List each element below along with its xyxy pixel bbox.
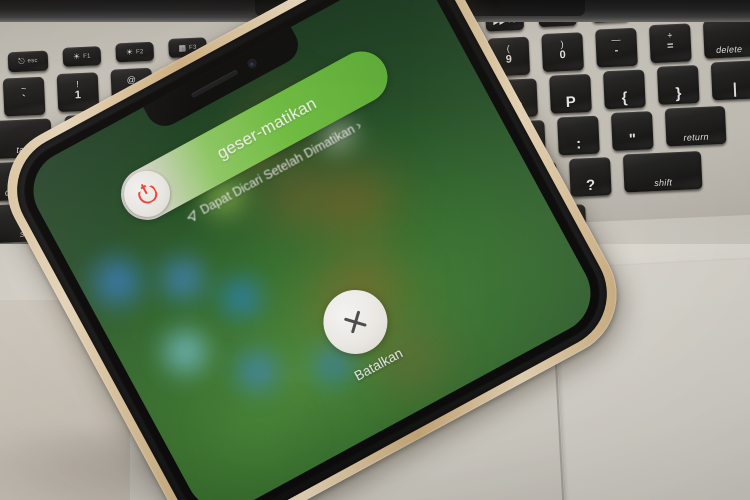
key-label: shift — [653, 177, 673, 189]
key-shift[interactable]: shift — [622, 150, 703, 193]
key-fn-esc[interactable]: ⎋ esc — [7, 50, 49, 73]
key-shift-label: ) — [560, 39, 565, 50]
key--[interactable]: — - — [595, 27, 638, 68]
key-return[interactable]: return — [664, 105, 727, 147]
key-p[interactable]: P — [549, 73, 592, 114]
key-shift-label: ~ — [20, 83, 27, 94]
key-fn-label: F1 — [83, 53, 91, 60]
blurred-app-icon — [231, 346, 284, 398]
key-label: P — [565, 93, 577, 112]
key-label: - — [614, 44, 619, 57]
key--[interactable]: " — [610, 111, 654, 151]
key-shift-label: + — [666, 30, 674, 41]
photo-scene: ⎋esc☀F1☀F2▦F3☷F4⬚F5⬛F6◀◀F7▶❘F8▶▶F9◁F10◁)… — [0, 0, 750, 500]
key--[interactable]: : — [557, 115, 600, 156]
front-camera-icon — [245, 57, 258, 70]
blurred-app-icon — [224, 404, 288, 466]
key-label: { — [621, 89, 629, 107]
blurred-app-icon — [216, 273, 266, 323]
key-label: ` — [22, 93, 27, 106]
key-fn-f1[interactable]: ☀ F1 — [62, 46, 102, 67]
key-`[interactable]: ~ ` — [2, 76, 46, 117]
key-label: = — [666, 40, 675, 53]
key-fn-f2[interactable]: ☀ F2 — [115, 41, 155, 63]
blurred-app-icon — [86, 250, 149, 313]
key-shift-label: ( — [506, 43, 511, 54]
key-label: return — [683, 131, 710, 143]
key--[interactable]: { — [603, 69, 646, 110]
power-icon — [134, 181, 160, 207]
blurred-app-icon — [156, 323, 214, 381]
key-label: 1 — [74, 89, 82, 102]
key-glyph: ▦ — [178, 43, 187, 53]
key-shift-label: ! — [75, 79, 80, 90]
key-glyph: ☀ — [125, 47, 134, 57]
key-0[interactable]: ) 0 — [541, 32, 585, 73]
key-label: } — [675, 84, 683, 103]
key-fn-label: esc — [27, 57, 38, 65]
blurred-app-icon — [155, 251, 211, 307]
blurred-app-icon — [313, 163, 399, 241]
key-label: 0 — [559, 49, 567, 62]
key-label: | — [732, 80, 738, 98]
key-label: " — [628, 130, 637, 149]
key-delete[interactable]: delete — [702, 18, 750, 59]
close-x-icon — [339, 306, 372, 339]
key-glyph: ☀ — [72, 52, 81, 62]
key-shift-label: — — [611, 34, 622, 45]
location-arrow-icon — [184, 209, 199, 224]
key--[interactable]: ? — [569, 157, 612, 197]
key-label: delete — [715, 44, 743, 56]
key-label: ? — [585, 176, 596, 195]
key-fn-label: F2 — [135, 48, 144, 56]
key-label: : — [575, 135, 582, 153]
key-label: 9 — [505, 53, 513, 66]
key--[interactable]: | — [710, 60, 750, 101]
key-=[interactable]: + = — [649, 23, 692, 64]
key--[interactable]: } — [656, 65, 700, 105]
key-glyph: ⎋ — [18, 56, 25, 66]
